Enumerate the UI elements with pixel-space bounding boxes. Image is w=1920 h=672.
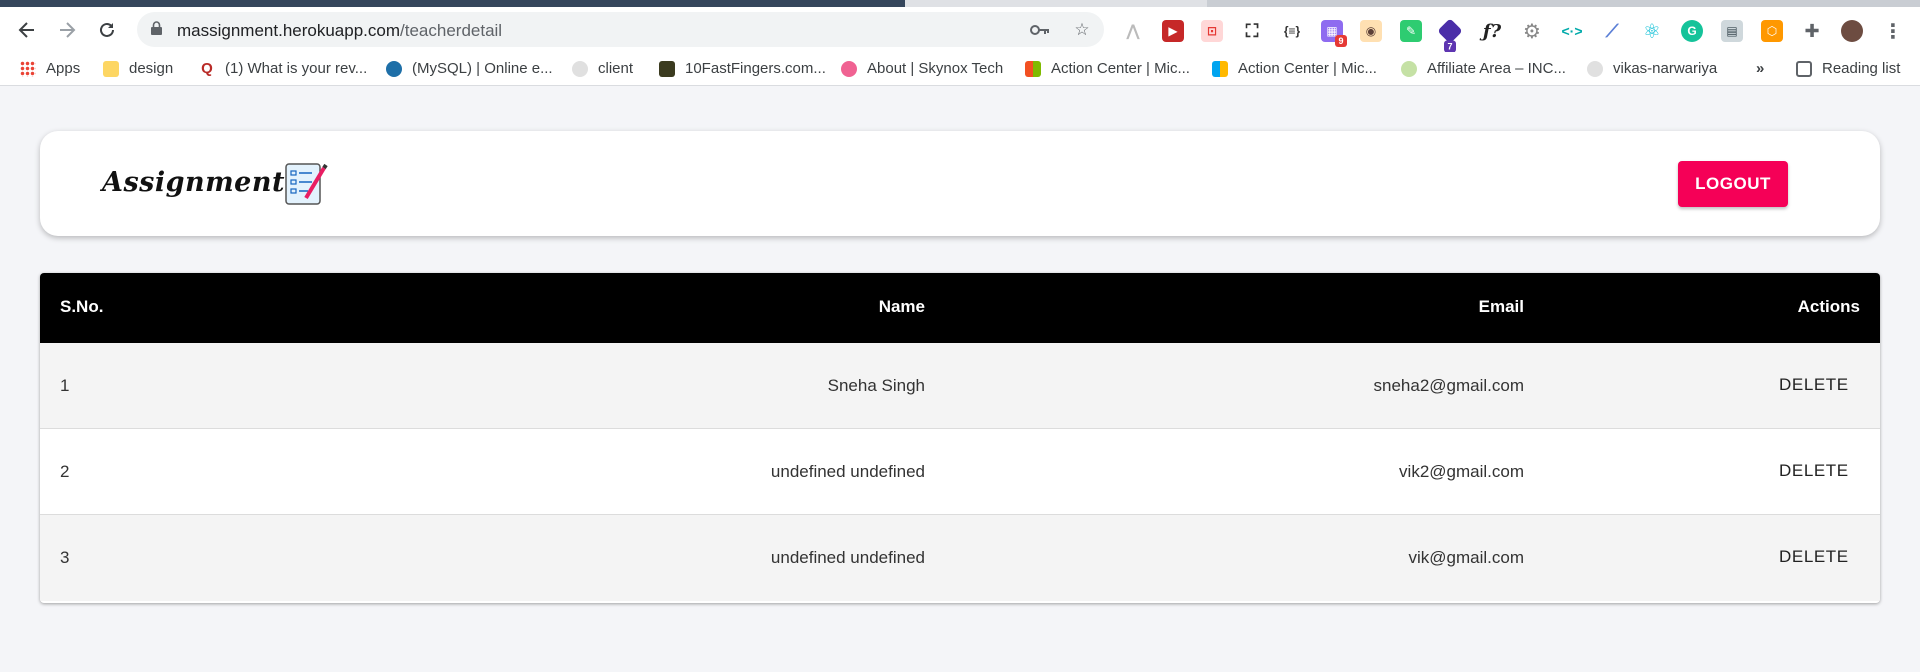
extension-owl-icon[interactable]: ◉ (1360, 20, 1382, 42)
address-bar[interactable]: massignment.herokuapp.com/teacherdetail … (137, 12, 1104, 47)
react-devtools-icon[interactable]: ⚛ (1641, 20, 1663, 43)
column-header-name: Name (878, 297, 925, 316)
bookmark-skynox[interactable]: About | Skynox Tech (841, 60, 1003, 77)
table-row: 3 undefined undefined vik@gmail.com DELE… (40, 515, 1880, 601)
extension-badge-b-icon[interactable]: 7 (1437, 18, 1463, 53)
microsoft-icon (1025, 60, 1041, 77)
cell-email: vik@gmail.com (1408, 548, 1525, 567)
function-icon[interactable]: ƒ? (1481, 20, 1503, 42)
gear-extension-icon[interactable]: ⚙ (1521, 20, 1543, 43)
url-text: massignment.herokuapp.com/teacherdetail (177, 21, 503, 40)
bookmark-mysql[interactable]: (MySQL) | Online e... (386, 60, 553, 77)
table-row: 2 undefined undefined vik2@gmail.com DEL… (40, 429, 1880, 515)
feather-icon[interactable]: ⟋ (1601, 20, 1623, 42)
cell-name: undefined undefined (770, 548, 925, 567)
cell-email: vik2@gmail.com (1399, 462, 1524, 481)
avatar[interactable] (1841, 20, 1863, 42)
table-row: 1 Sneha Singh sneha2@gmail.com DELETE (40, 343, 1880, 429)
bookmark-apps[interactable]: Apps (20, 60, 80, 77)
bookmarks-bar: Apps design Q (1) What is your rev... (M… (0, 52, 1920, 86)
delete-button[interactable]: DELETE (1771, 369, 1857, 401)
quora-icon: Q (201, 59, 213, 77)
site-icon (386, 60, 402, 77)
back-icon[interactable] (12, 15, 42, 45)
cell-sno: 1 (60, 376, 70, 395)
folder-icon (103, 60, 119, 77)
extension-green-icon[interactable]: ✎ (1400, 20, 1422, 42)
table-header: S.No. Name Email Actions (40, 273, 1880, 343)
extension-card-icon[interactable]: ▤ (1721, 20, 1743, 42)
extension-a-icon[interactable]: ⋀ (1122, 20, 1144, 42)
site-icon (659, 60, 675, 77)
more-bookmarks-chevron-icon[interactable]: » (1756, 60, 1764, 77)
column-header-actions: Actions (1797, 297, 1860, 316)
delete-button[interactable]: DELETE (1771, 541, 1857, 573)
reading-list-icon (1796, 60, 1812, 77)
extension-hex-icon[interactable]: ⬡ (1761, 20, 1783, 42)
bookmark-action-center-1[interactable]: Action Center | Mic... (1025, 60, 1190, 77)
bookmark-star-icon[interactable]: ☆ (1072, 20, 1092, 40)
column-header-sno: S.No. (60, 297, 104, 316)
grammarly-icon[interactable]: G (1681, 20, 1703, 42)
puzzle-icon[interactable]: ✚ (1801, 20, 1823, 42)
inactive-tab[interactable] (1207, 0, 1920, 7)
bookmark-action-center-2[interactable]: Action Center | Mic... (1212, 60, 1377, 77)
bookmark-quora[interactable]: Q (1) What is your rev... (199, 60, 367, 77)
logout-button[interactable]: LOGOUT (1678, 161, 1788, 207)
extension-play-icon[interactable]: ▶ (1162, 20, 1184, 42)
bookmark-vikas[interactable]: vikas-narwariya (1587, 60, 1717, 77)
tab-strip (0, 0, 1920, 7)
site-icon (1401, 60, 1417, 77)
bookmark-affiliate[interactable]: Affiliate Area – INC... (1401, 60, 1566, 77)
apps-grid-icon (20, 60, 36, 77)
reading-list[interactable]: Reading list (1796, 60, 1900, 77)
column-header-email: Email (1478, 297, 1524, 316)
screenshot-icon[interactable]: ⛶ (1241, 20, 1263, 42)
cell-name: Sneha Singh (827, 376, 925, 395)
delete-button[interactable]: DELETE (1771, 455, 1857, 487)
key-icon[interactable] (1030, 20, 1050, 40)
logo-text: Assignment (102, 167, 285, 198)
active-tab[interactable] (0, 0, 905, 7)
bookmark-design[interactable]: design (103, 60, 173, 77)
github-icon (572, 60, 588, 77)
microsoft-icon (1212, 60, 1228, 77)
bookmark-10fastfingers[interactable]: 10FastFingers.com... (659, 60, 826, 77)
teacher-table: S.No. Name Email Actions 1 Sneha Singh s… (40, 273, 1880, 603)
lock-icon (151, 21, 162, 35)
browser-toolbar: massignment.herokuapp.com/teacherdetail … (0, 7, 1920, 53)
github-icon (1587, 60, 1603, 77)
menu-kebab-icon[interactable]: ⋮ (1882, 20, 1904, 43)
cell-sno: 2 (60, 462, 70, 481)
extension-screen-icon[interactable]: ⊡ (1201, 20, 1223, 42)
bookmark-client[interactable]: client (572, 60, 633, 77)
extension-badge-a-icon[interactable]: ▦ 9 (1321, 20, 1347, 47)
assignment-clipboard-icon (285, 163, 328, 205)
cell-name: undefined undefined (770, 462, 925, 481)
site-icon (841, 60, 857, 77)
reload-icon[interactable] (92, 15, 122, 45)
cell-sno: 3 (60, 548, 70, 567)
app-header: Assignment LOGOUT (40, 131, 1880, 236)
forward-icon[interactable] (52, 15, 82, 45)
code-icon[interactable]: <·> (1561, 20, 1583, 42)
json-formatter-icon[interactable]: {≡} (1281, 20, 1303, 42)
cell-email: sneha2@gmail.com (1373, 376, 1525, 395)
